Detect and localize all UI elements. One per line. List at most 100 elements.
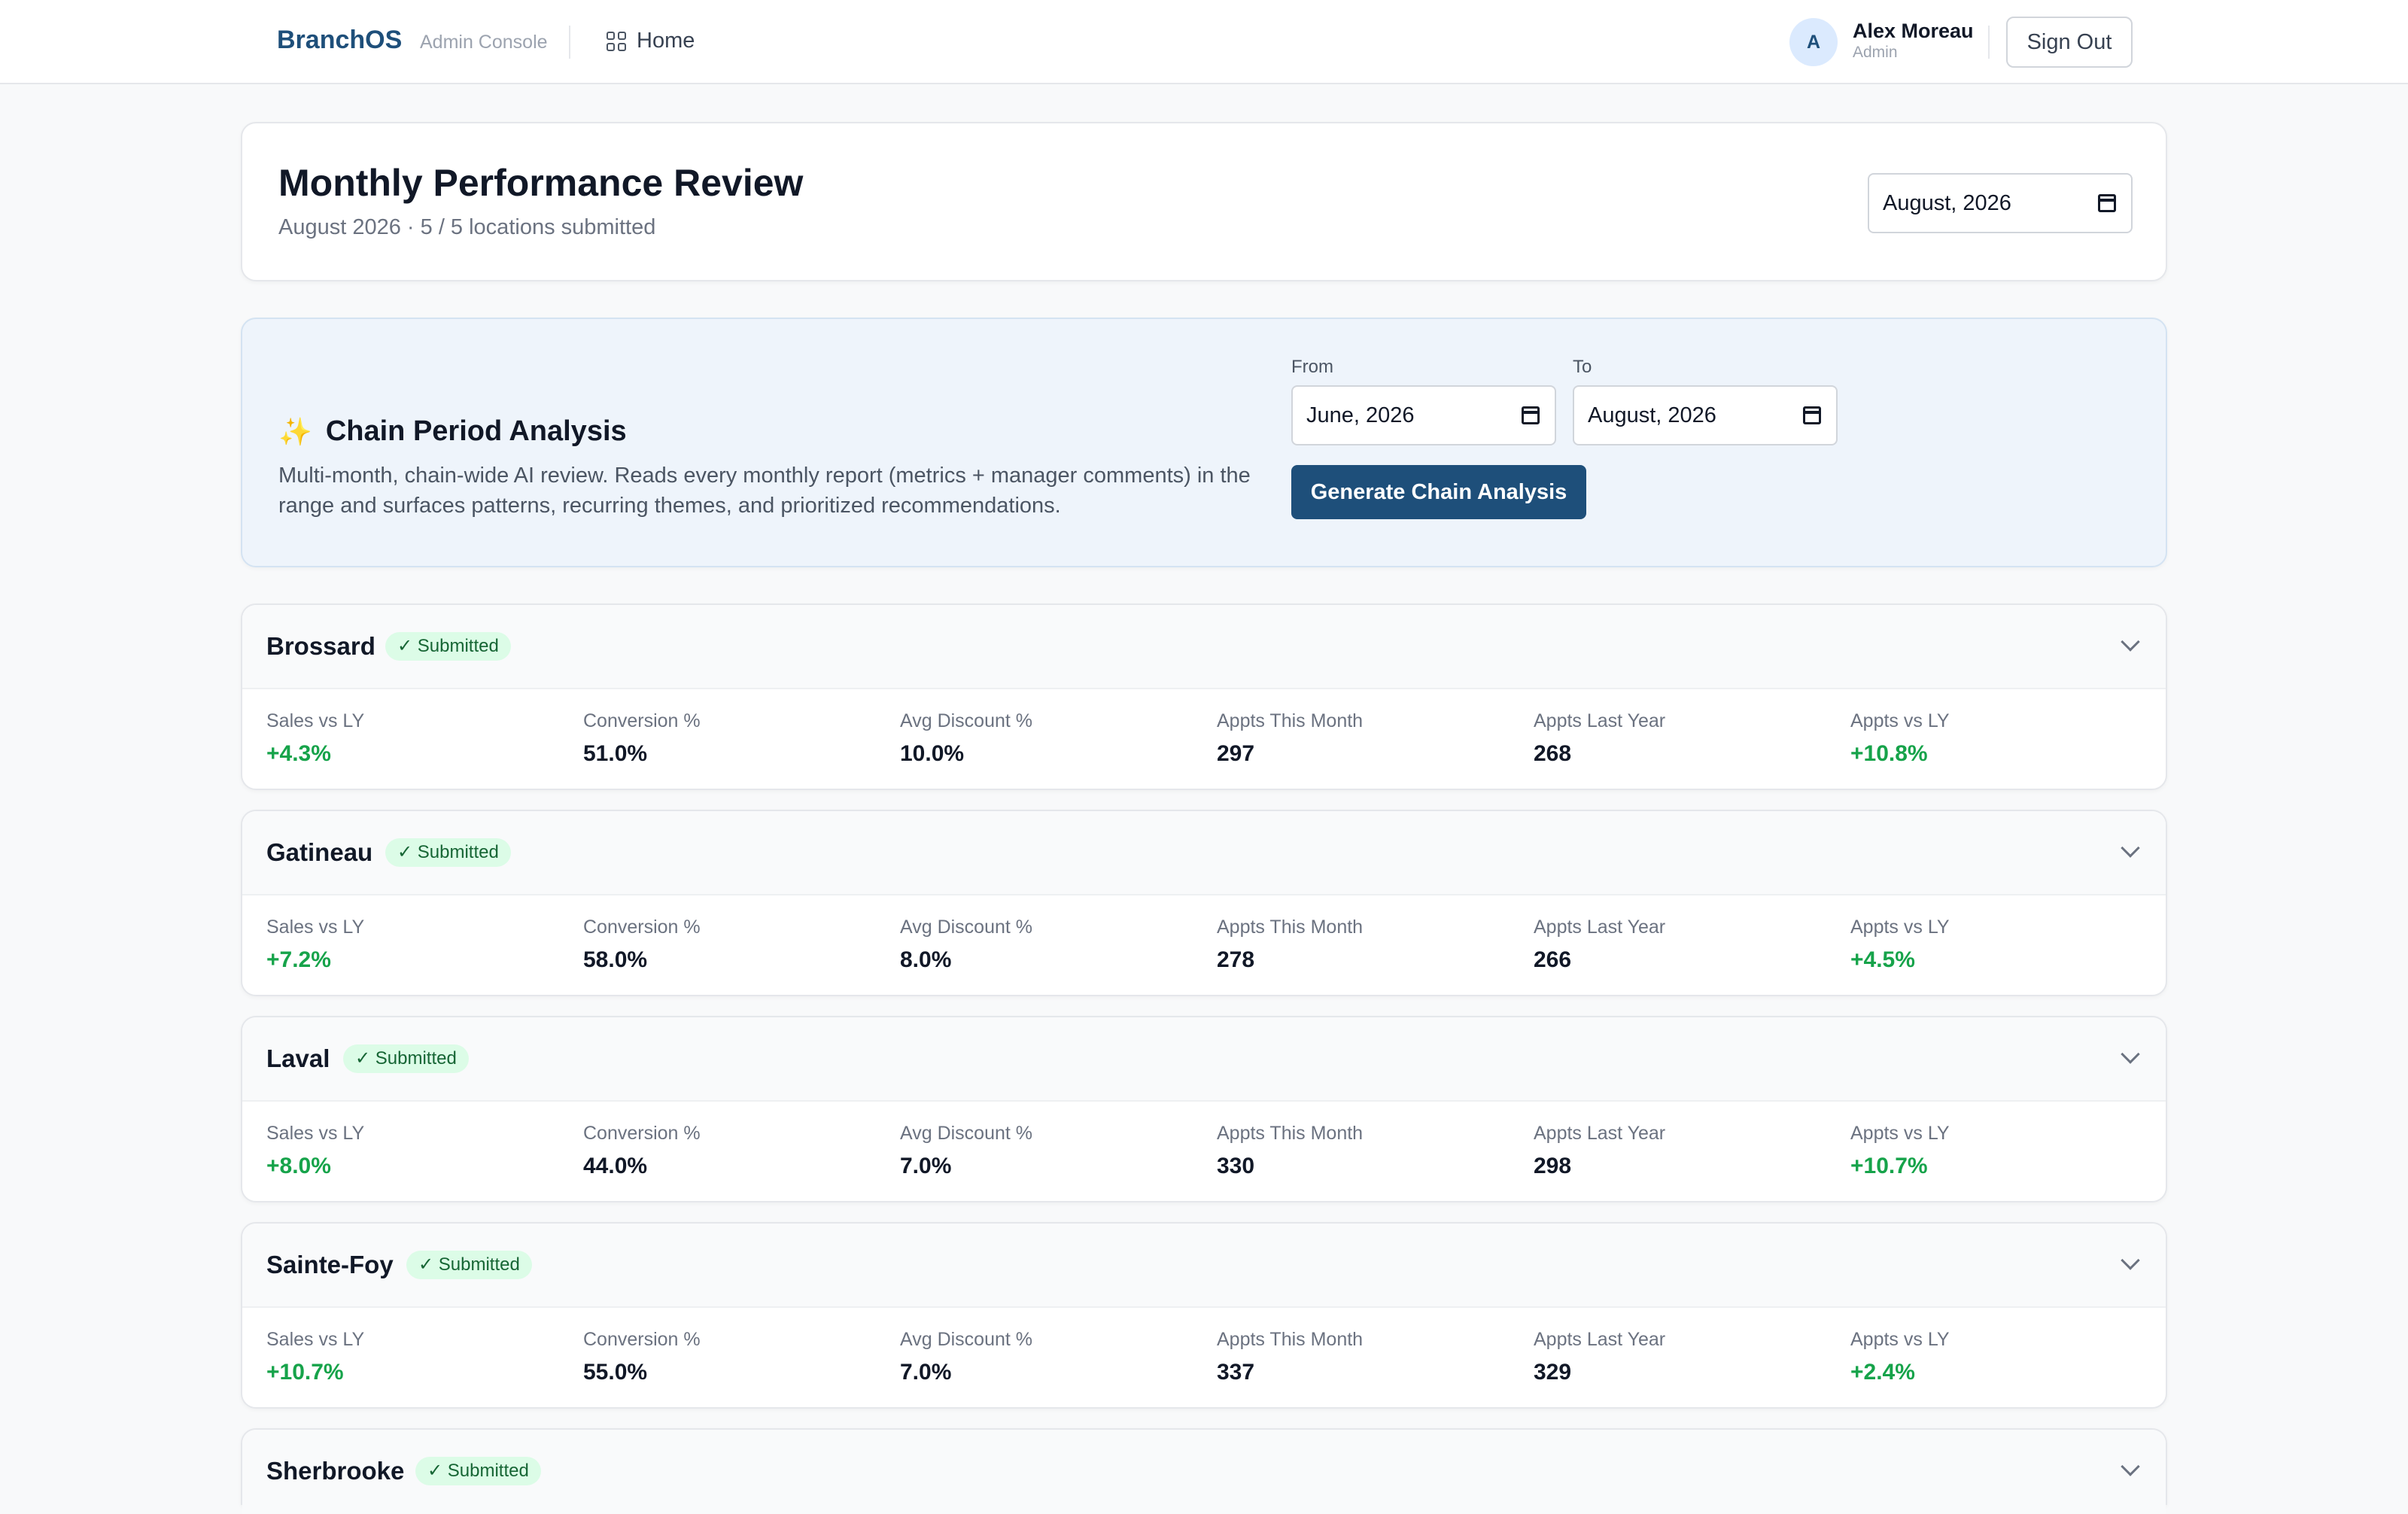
chevron-down-icon[interactable]: [2121, 838, 2140, 858]
metric-value: +7.2%: [266, 947, 331, 972]
location-name: Brossard: [266, 632, 375, 660]
page-title: Monthly Performance Review: [278, 162, 804, 204]
month-picker-value: August, 2026: [1883, 190, 2011, 215]
metric-value: 51.0%: [583, 741, 648, 766]
metric-appts-vs-ly: Appts vs LY +2.4%: [1850, 1329, 1950, 1385]
metric-label: Appts vs LY: [1850, 1329, 1950, 1350]
from-label: From: [1291, 357, 1333, 377]
metric-value: +10.7%: [266, 1360, 344, 1385]
metric-label: Conversion %: [583, 710, 701, 731]
metric-appts-last-year: Appts Last Year 329: [1534, 1329, 1665, 1385]
metric-label: Appts This Month: [1217, 1123, 1364, 1144]
month-picker[interactable]: August, 2026: [1868, 173, 2133, 233]
metric-value: +4.3%: [266, 741, 331, 766]
home-nav-link[interactable]: Home: [607, 29, 695, 53]
metric-value: +10.7%: [1850, 1154, 1928, 1178]
metric-label: Sales vs LY: [266, 917, 365, 938]
chevron-down-icon[interactable]: [2121, 1457, 2140, 1476]
chain-analysis-card: ✨ Chain Period Analysis Multi-month, cha…: [241, 318, 2167, 567]
from-month-picker[interactable]: June, 2026: [1291, 385, 1556, 445]
metric-label: Appts This Month: [1217, 917, 1364, 938]
chevron-down-icon[interactable]: [2121, 1251, 2140, 1270]
status-badge: ✓ Submitted: [343, 1044, 469, 1073]
metric-value: 7.0%: [900, 1154, 952, 1178]
from-month-value: June, 2026: [1306, 403, 1415, 427]
metric-label: Appts Last Year: [1534, 710, 1666, 731]
metric-value: 337: [1217, 1360, 1255, 1385]
metric-value: +10.8%: [1850, 741, 1928, 766]
user-role: Admin: [1853, 44, 1898, 61]
metric-value: 278: [1217, 947, 1255, 972]
metric-appts-this-month: Appts This Month 330: [1217, 1123, 1363, 1179]
metric-label: Appts Last Year: [1534, 1329, 1666, 1350]
metric-label: Appts This Month: [1217, 710, 1364, 731]
metric-value: +4.5%: [1850, 947, 1915, 972]
to-label: To: [1573, 357, 1592, 377]
metric-sales-vs-ly: Sales vs LY +7.2%: [266, 917, 364, 973]
metric-value: +8.0%: [266, 1154, 331, 1178]
chevron-down-icon[interactable]: [2121, 1044, 2140, 1064]
sign-out-button[interactable]: Sign Out: [2006, 17, 2133, 68]
metric-avg-discount: Avg Discount % 7.0%: [900, 1329, 1032, 1385]
metric-value: 8.0%: [900, 947, 952, 972]
location-card-header[interactable]: Gatineau ✓ Submitted: [242, 811, 2166, 895]
location-card-header[interactable]: Sainte-Foy ✓ Submitted: [242, 1224, 2166, 1308]
metric-label: Conversion %: [583, 1123, 701, 1144]
metric-label: Appts vs LY: [1850, 710, 1950, 731]
location-card: Gatineau ✓ Submitted Sales vs LY +7.2% Co…: [241, 810, 2167, 996]
metric-avg-discount: Avg Discount % 10.0%: [900, 710, 1032, 767]
metric-appts-vs-ly: Appts vs LY +4.5%: [1850, 917, 1950, 973]
calendar-icon[interactable]: [2098, 194, 2116, 212]
metric-label: Appts vs LY: [1850, 1123, 1950, 1144]
metric-conversion: Conversion % 44.0%: [583, 1123, 701, 1179]
status-badge: ✓ Submitted: [415, 1457, 541, 1485]
location-card-header[interactable]: Laval ✓ Submitted: [242, 1017, 2166, 1102]
calendar-icon[interactable]: [1803, 406, 1821, 424]
home-nav-label: Home: [637, 29, 695, 53]
status-badge: ✓ Submitted: [385, 838, 511, 867]
avatar[interactable]: A: [1789, 18, 1838, 66]
metric-label: Sales vs LY: [266, 1329, 365, 1350]
metric-value: 55.0%: [583, 1360, 648, 1385]
metric-sales-vs-ly: Sales vs LY +8.0%: [266, 1123, 364, 1179]
metric-value: +2.4%: [1850, 1360, 1915, 1385]
calendar-icon[interactable]: [1522, 406, 1540, 424]
to-month-value: August, 2026: [1588, 403, 1716, 427]
metric-value: 44.0%: [583, 1154, 648, 1178]
chevron-down-icon[interactable]: [2121, 632, 2140, 652]
user-divider: [1988, 26, 1990, 59]
metric-appts-this-month: Appts This Month 278: [1217, 917, 1363, 973]
location-card: Brossard ✓ Submitted Sales vs LY +4.3% Co…: [241, 603, 2167, 790]
metric-label: Avg Discount %: [900, 917, 1033, 938]
metric-appts-vs-ly: Appts vs LY +10.8%: [1850, 710, 1950, 767]
metric-appts-last-year: Appts Last Year 268: [1534, 710, 1665, 767]
user-name: Alex Moreau: [1853, 20, 1974, 42]
grid-icon: [607, 31, 626, 51]
page-subtitle: August 2026 · 5 / 5 locations submitted: [278, 215, 656, 239]
metric-value: 266: [1534, 947, 1572, 972]
generate-chain-analysis-button[interactable]: Generate Chain Analysis: [1291, 465, 1586, 519]
metric-value: 268: [1534, 741, 1572, 766]
metric-label: Avg Discount %: [900, 710, 1033, 731]
metric-value: 58.0%: [583, 947, 648, 972]
brand-logo[interactable]: BranchOS: [277, 26, 402, 55]
metric-appts-vs-ly: Appts vs LY +10.7%: [1850, 1123, 1950, 1179]
metric-label: Avg Discount %: [900, 1329, 1033, 1350]
top-navbar: BranchOS Admin Console Home A Alex Morea…: [0, 0, 2408, 84]
metric-value: 330: [1217, 1154, 1255, 1178]
chain-analysis-heading: ✨ Chain Period Analysis: [278, 415, 627, 448]
brand-subtitle: Admin Console: [420, 32, 548, 53]
metric-appts-this-month: Appts This Month 337: [1217, 1329, 1363, 1385]
metric-appts-this-month: Appts This Month 297: [1217, 710, 1363, 767]
status-badge: ✓ Submitted: [406, 1251, 532, 1279]
to-month-picker[interactable]: August, 2026: [1573, 385, 1838, 445]
location-name: Sherbrooke: [266, 1457, 405, 1485]
location-card-header[interactable]: Sherbrooke ✓ Submitted: [242, 1430, 2166, 1514]
chain-analysis-description: Multi-month, chain-wide AI review. Reads…: [278, 464, 1251, 518]
metric-avg-discount: Avg Discount % 8.0%: [900, 917, 1032, 973]
location-card-header[interactable]: Brossard ✓ Submitted: [242, 605, 2166, 689]
metric-avg-discount: Avg Discount % 7.0%: [900, 1123, 1032, 1179]
metric-value: 329: [1534, 1360, 1572, 1385]
location-name: Gatineau: [266, 838, 373, 866]
metric-label: Appts Last Year: [1534, 1123, 1666, 1144]
